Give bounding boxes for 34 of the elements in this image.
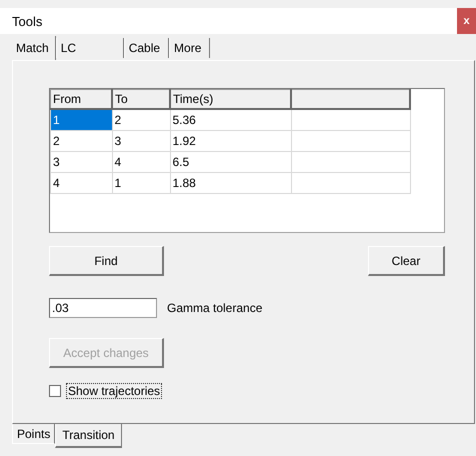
tab[interactable]: More — [169, 38, 210, 58]
column-header[interactable]: To — [112, 90, 170, 109]
checkbox[interactable] — [49, 385, 61, 397]
table-cell[interactable]: 3 — [50, 151, 112, 172]
column-header[interactable] — [291, 90, 410, 109]
table-cell[interactable] — [291, 109, 410, 130]
window-title: Tools — [12, 14, 42, 28]
gamma-tolerance-field[interactable]: .03 — [49, 298, 157, 318]
table-cell[interactable]: 6.5 — [170, 151, 291, 172]
table-cell[interactable]: 4 — [112, 151, 170, 172]
tab[interactable]: Cable — [124, 38, 170, 58]
close-button[interactable]: x — [457, 8, 476, 34]
table-cell[interactable]: 1.92 — [170, 130, 291, 151]
table-cell[interactable] — [291, 130, 410, 151]
table-cell[interactable]: 5.36 — [170, 109, 291, 130]
tab[interactable]: Match — [14, 36, 56, 60]
table-cell[interactable]: 3 — [112, 130, 170, 151]
table-cell[interactable]: 1 — [112, 172, 170, 193]
tab[interactable]: Transition — [55, 424, 122, 448]
checkbox-label[interactable]: Show trajectories — [67, 384, 162, 398]
gamma-tolerance-label: Gamma tolerance — [167, 301, 262, 315]
table-cell[interactable]: 1 — [50, 109, 112, 130]
table-cell[interactable]: 2 — [112, 109, 170, 130]
tab[interactable]: LC — [56, 38, 124, 58]
tab[interactable]: Points — [12, 424, 56, 444]
table-cell[interactable] — [291, 172, 410, 193]
table-cell[interactable]: 2 — [50, 130, 112, 151]
table-cell[interactable] — [291, 151, 410, 172]
clear-button[interactable]: Clear — [368, 246, 445, 276]
table-cell[interactable]: 4 — [50, 172, 112, 193]
column-header[interactable]: From — [50, 90, 112, 109]
table-cell[interactable]: 1.88 — [170, 172, 291, 193]
find-button[interactable]: Find — [49, 246, 164, 276]
column-header[interactable]: Time(s) — [170, 90, 291, 109]
